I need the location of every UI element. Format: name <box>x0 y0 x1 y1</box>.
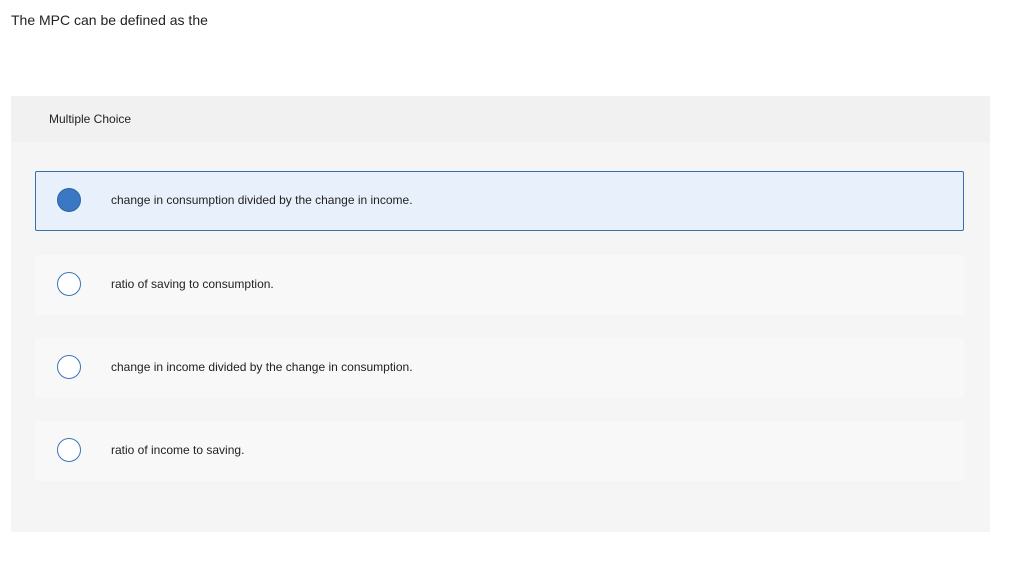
answer-option-3[interactable]: change in income divided by the change i… <box>35 338 964 398</box>
answer-option-text: ratio of income to saving. <box>111 443 245 457</box>
multiple-choice-header: Multiple Choice <box>11 96 990 142</box>
answer-option-1[interactable]: change in consumption divided by the cha… <box>35 171 964 231</box>
answer-option-4[interactable]: ratio of income to saving. <box>35 421 964 481</box>
answer-option-text: ratio of saving to consumption. <box>111 277 274 291</box>
multiple-choice-panel: Multiple Choice change in consumption di… <box>11 96 990 532</box>
answer-option-text: change in consumption divided by the cha… <box>111 193 413 207</box>
question-text: The MPC can be defined as the <box>11 12 208 28</box>
radio-unselected-icon[interactable] <box>57 355 81 379</box>
radio-unselected-icon[interactable] <box>57 272 81 296</box>
radio-unselected-icon[interactable] <box>57 438 81 462</box>
multiple-choice-label: Multiple Choice <box>49 112 132 126</box>
answer-option-text: change in income divided by the change i… <box>111 360 413 374</box>
answer-option-2[interactable]: ratio of saving to consumption. <box>35 255 964 315</box>
radio-selected-icon[interactable] <box>57 188 81 212</box>
